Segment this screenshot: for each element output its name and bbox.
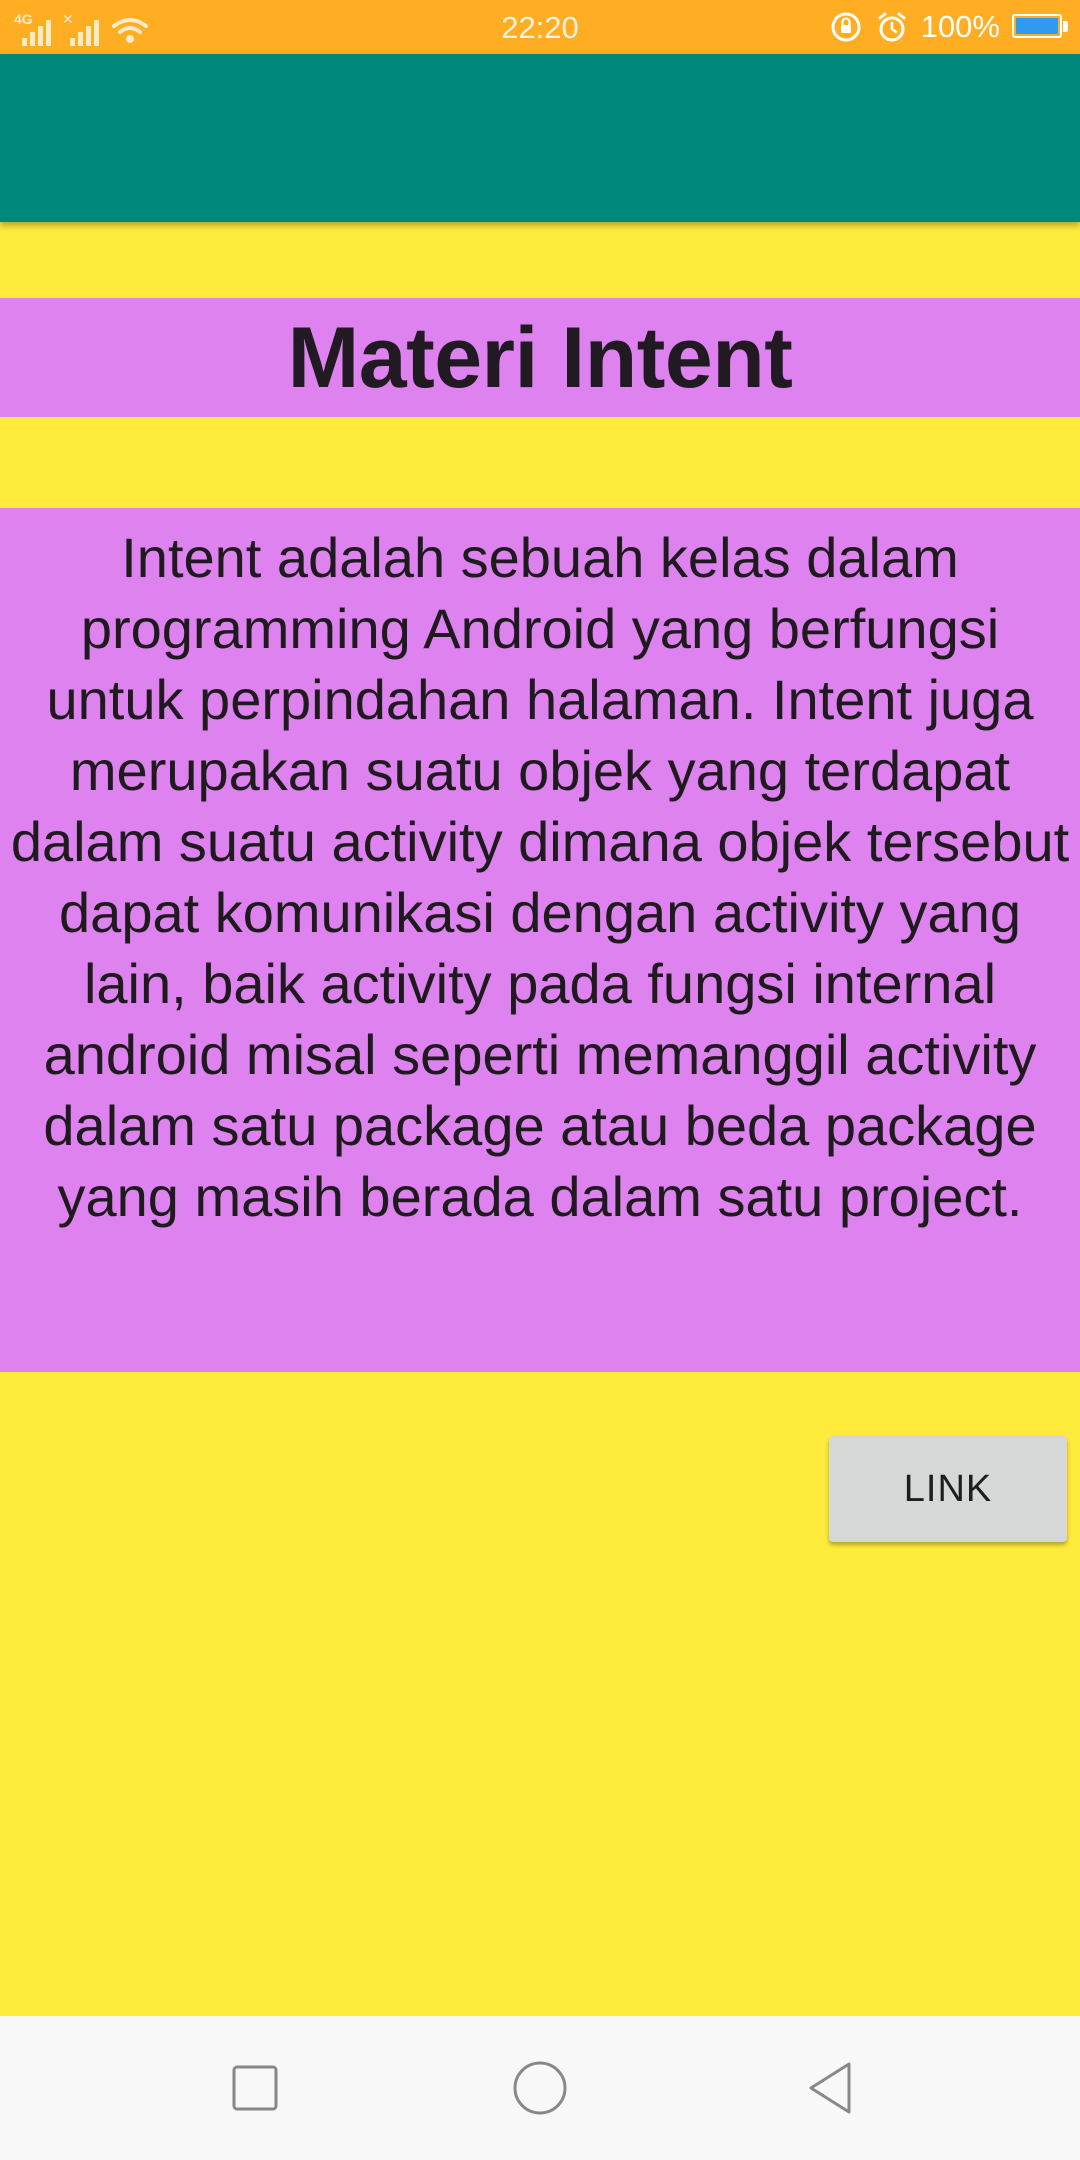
back-triangle-icon xyxy=(809,2062,851,2114)
alarm-icon xyxy=(878,12,906,42)
status-bar: 4G ✕ 22:20 100% xyxy=(0,0,1080,54)
description-block: Intent adalah sebuah kelas dalam program… xyxy=(0,508,1080,1372)
app-toolbar xyxy=(0,54,1080,222)
rotation-lock-icon xyxy=(831,12,861,42)
home-button[interactable] xyxy=(500,2048,580,2128)
app-screen: 4G ✕ 22:20 100% Materi Intent Intent ada… xyxy=(0,0,1080,2160)
back-button[interactable] xyxy=(790,2048,870,2128)
status-right-icons: 100% xyxy=(829,8,1068,46)
description-text: Intent adalah sebuah kelas dalam program… xyxy=(10,526,1070,1228)
page-title: Materi Intent xyxy=(287,309,793,406)
battery-icon xyxy=(1012,14,1068,40)
home-circle-icon xyxy=(513,2061,567,2115)
navigation-bar xyxy=(0,2016,1080,2160)
title-band: Materi Intent xyxy=(0,298,1080,417)
link-button[interactable]: LINK xyxy=(829,1436,1067,1542)
battery-percent: 100% xyxy=(920,9,1000,44)
recents-button[interactable] xyxy=(215,2048,295,2128)
recents-square-icon xyxy=(232,2065,278,2111)
